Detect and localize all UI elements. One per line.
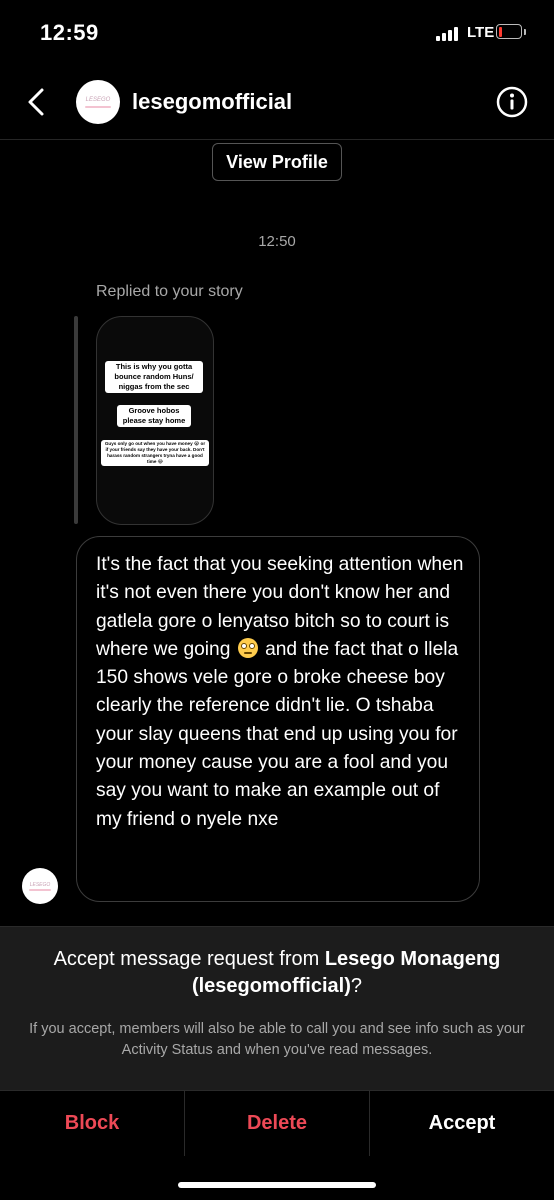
header-divider [0, 139, 554, 140]
request-description: If you accept, members will also be able… [29, 1021, 525, 1058]
accept-button[interactable]: Accept [370, 1090, 554, 1156]
delete-button[interactable]: Delete [185, 1090, 370, 1156]
cellular-signal-icon [436, 25, 462, 41]
back-button[interactable] [22, 86, 54, 118]
message-timestamp: 12:50 [258, 233, 296, 250]
info-icon [496, 86, 528, 118]
request-title: Accept message request from Lesego Monag… [53, 948, 501, 997]
story-caption: Guys only go out when you have money 😭 o… [101, 440, 209, 466]
home-indicator[interactable] [178, 1182, 376, 1188]
sender-avatar[interactable]: LESEGO [22, 868, 58, 904]
reply-indicator-bar [74, 316, 78, 524]
message-text: It's the fact that you seeking attention… [96, 554, 464, 830]
replied-to-story-label: Replied to your story [96, 283, 243, 300]
battery-icon [496, 24, 526, 39]
story-caption: This is why you gotta bounce random Huns… [105, 361, 203, 393]
network-type: LTE [467, 24, 495, 41]
story-caption: Groove hobos please stay home [117, 405, 191, 427]
chevron-left-icon [28, 88, 44, 116]
username[interactable]: lesegomofficial [132, 89, 292, 115]
info-button[interactable] [496, 86, 528, 118]
status-time: 12:59 [40, 20, 99, 45]
view-profile-button[interactable]: View Profile [212, 143, 342, 181]
block-button[interactable]: Block [0, 1090, 185, 1156]
story-thumbnail[interactable]: This is why you gotta bounce random Huns… [96, 316, 214, 525]
avatar[interactable]: LESEGO [76, 80, 120, 124]
rolling-eyes-emoji-icon [237, 637, 258, 658]
